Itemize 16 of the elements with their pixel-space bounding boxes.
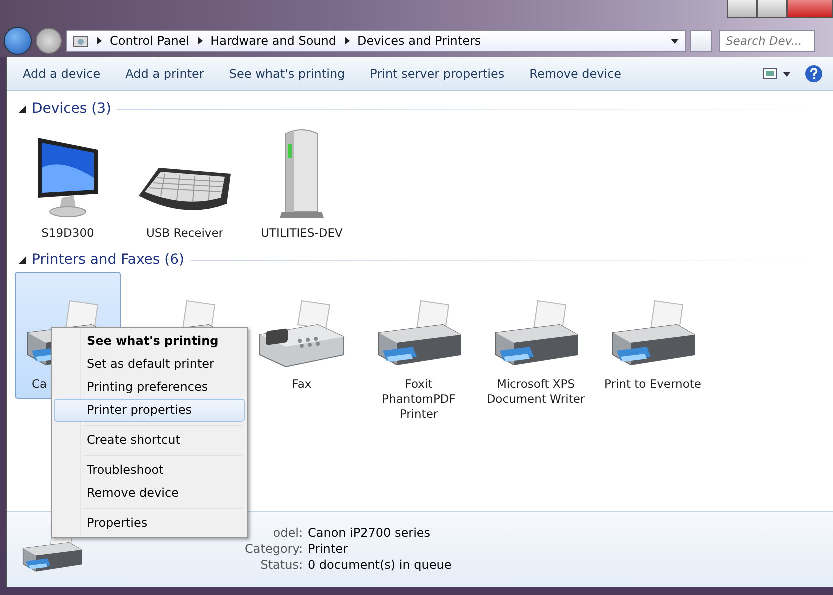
detail-value: Canon iP2700 series <box>308 526 432 540</box>
device-label: Microsoft XPS Document Writer <box>486 377 586 407</box>
group-header: Devices (3) <box>32 101 112 117</box>
detail-value: Printer <box>308 542 349 556</box>
detail-label: Category: <box>245 542 303 556</box>
device-label: S19D300 <box>42 226 94 241</box>
device-label: USB Receiver <box>146 226 224 241</box>
device-label: Ca <box>32 377 48 392</box>
group-header: Printers and Faxes (6) <box>32 252 184 268</box>
device-label: Foxit PhantomPDF Printer <box>381 377 457 422</box>
detail-value: 0 document(s) in queue <box>308 558 452 572</box>
detail-label: Status: <box>260 558 303 572</box>
device-label: Print to Evernote <box>604 377 702 392</box>
detail-label: odel: <box>272 526 303 540</box>
device-label: UTILITIES-DEV <box>261 226 343 241</box>
device-label: Fax <box>292 377 312 392</box>
